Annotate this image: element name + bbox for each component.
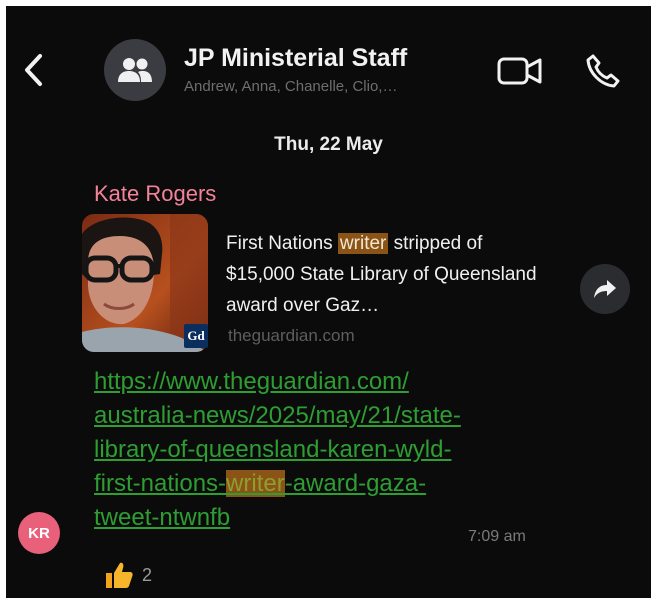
chat-members[interactable]: Andrew, Anna, Chanelle, Clio,… <box>184 78 397 95</box>
voice-call-button[interactable] <box>584 52 622 90</box>
group-icon <box>118 58 152 82</box>
search-highlight: writer <box>226 470 285 497</box>
chat-screen: JP Ministerial Staff Andrew, Anna, Chane… <box>6 6 651 598</box>
link-text: first-nations- <box>94 470 227 497</box>
video-camera-icon <box>497 57 542 85</box>
link-preview-title[interactable]: First Nations writer stripped of $15,000… <box>226 228 556 321</box>
video-call-button[interactable] <box>496 54 544 88</box>
sender-name: Kate Rogers <box>94 181 217 206</box>
link-line: first-nations-writer-award-gaza- <box>94 467 564 501</box>
chat-title[interactable]: JP Ministerial Staff <box>184 44 407 73</box>
thumbs-up-icon <box>106 562 133 588</box>
guardian-logo: Gd <box>184 324 208 348</box>
reaction-count: 2 <box>142 564 153 585</box>
back-button[interactable] <box>18 50 52 90</box>
date-divider: Thu, 22 May <box>274 134 383 155</box>
link-line: https://www.theguardian.com/ <box>94 368 409 395</box>
message-link[interactable]: https://www.theguardian.com/ australia-n… <box>94 365 564 535</box>
sender-avatar[interactable]: KR <box>18 512 60 554</box>
group-avatar[interactable] <box>104 39 166 101</box>
search-highlight: writer <box>337 233 389 254</box>
forward-button[interactable] <box>580 264 630 314</box>
chevron-left-icon <box>25 54 42 86</box>
phone-icon <box>586 54 620 88</box>
reaction-badge[interactable]: 2 <box>104 561 152 589</box>
link-line: library-of-queensland-karen-wyld- <box>94 436 452 463</box>
share-arrow-icon <box>594 280 616 298</box>
message-timestamp: 7:09 am <box>468 528 526 545</box>
link-line: australia-news/2025/may/21/state- <box>94 402 461 429</box>
chat-header: JP Ministerial Staff Andrew, Anna, Chane… <box>6 6 651 114</box>
preview-title-text: First Nations <box>226 233 338 254</box>
link-text: -award-gaza- <box>284 470 427 497</box>
link-preview-domain: theguardian.com <box>228 326 355 345</box>
